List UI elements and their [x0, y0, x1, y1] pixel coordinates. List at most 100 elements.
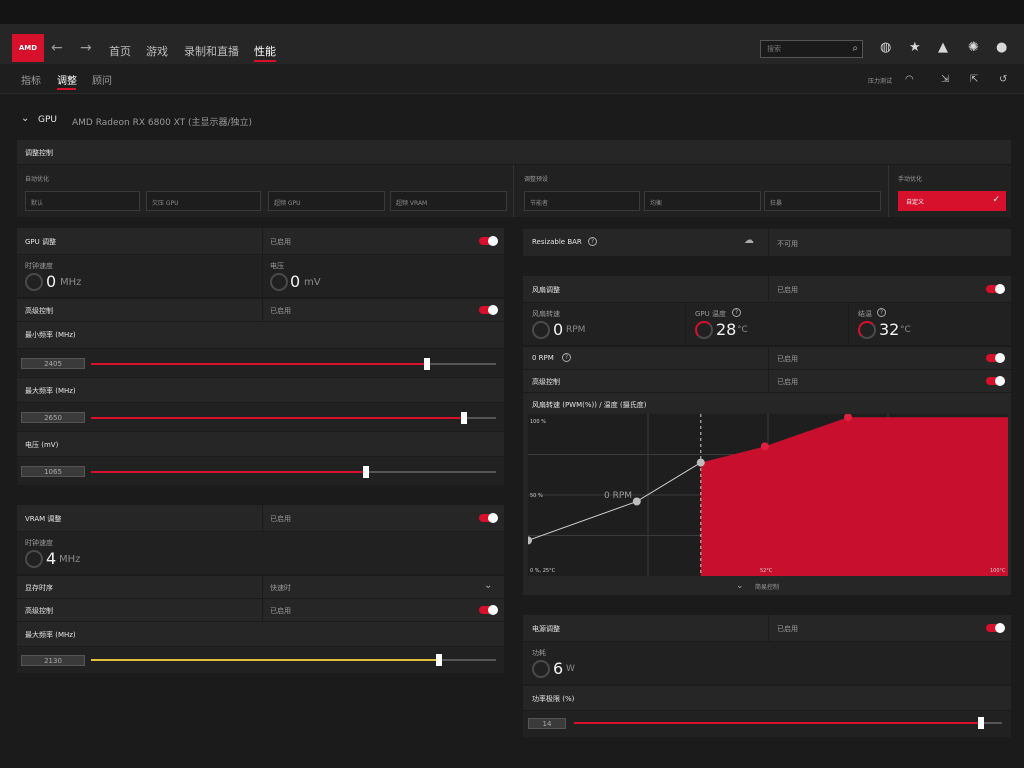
- slider-thumb[interactable]: [436, 654, 443, 666]
- slider-thumb[interactable]: [977, 717, 984, 729]
- stress-test-label[interactable]: 压力测试: [868, 76, 892, 85]
- preset-rage-button[interactable]: 狂暴: [764, 191, 881, 211]
- min-freq-label: 最小频率 (MHz): [25, 331, 76, 339]
- power-value: 6: [553, 659, 564, 678]
- gpu-clock-voltage-row: 时钟速度 0 MHz 电压 0 mV: [17, 255, 504, 297]
- fan-advanced-toggle[interactable]: [986, 376, 1005, 386]
- min-freq-value-box[interactable]: 2405: [21, 358, 85, 369]
- help-icon[interactable]: ?: [877, 308, 886, 317]
- back-arrow-icon[interactable]: ←: [51, 40, 63, 56]
- gpu-advanced-label: 高级控制: [25, 307, 53, 315]
- preset-quiet-button[interactable]: 节能者: [524, 191, 640, 211]
- overclock-gpu-button[interactable]: 超频 GPU: [268, 191, 385, 211]
- voltage-value-box[interactable]: 1065: [21, 466, 85, 477]
- voltage-slider[interactable]: [91, 466, 496, 478]
- zero-rpm-row: 0 RPM ? 已启用: [523, 347, 1011, 369]
- subtab-metrics[interactable]: 指标: [21, 72, 41, 87]
- gpu-temp-unit: °C: [737, 325, 748, 335]
- reset-icon[interactable]: ↺: [999, 74, 1007, 85]
- min-freq-slider[interactable]: [91, 358, 496, 370]
- divider: [848, 303, 849, 345]
- fan-tuning-title: 风扇调整: [532, 286, 560, 294]
- slider-fill: [91, 363, 428, 365]
- tuning-control-header: 调整控制: [17, 140, 1011, 164]
- max-freq-label-row: 最大频率 (MHz): [17, 378, 504, 402]
- power-metric-row: 功耗 6 W: [523, 642, 1011, 684]
- globe-icon[interactable]: ◍: [880, 40, 891, 55]
- slider-fill: [91, 417, 464, 419]
- power-tuning-toggle[interactable]: [986, 623, 1005, 633]
- tab-performance[interactable]: 性能: [254, 43, 276, 59]
- fan-tuning-status: 已启用: [777, 286, 798, 294]
- gpu-temp-label: GPU 温度: [695, 310, 726, 318]
- chevron-down-icon[interactable]: ⌄: [484, 580, 492, 591]
- subtab-tuning[interactable]: 调整: [57, 72, 77, 87]
- vram-max-freq-slider[interactable]: [91, 654, 496, 666]
- search-box[interactable]: ⌕: [760, 40, 863, 58]
- vram-tuning-toggle[interactable]: [479, 513, 498, 523]
- fan-curve-point[interactable]: [696, 458, 705, 467]
- voltage-mv-label: 电压 (mV): [25, 441, 59, 449]
- export-icon[interactable]: ⇱: [970, 74, 978, 85]
- slider-thumb[interactable]: [460, 412, 467, 424]
- max-freq-value-box[interactable]: 2650: [21, 412, 85, 423]
- gauge-icon: [25, 273, 43, 291]
- slider-thumb[interactable]: [424, 358, 431, 370]
- tab-games[interactable]: 游戏: [146, 43, 168, 59]
- check-icon: ✓: [992, 195, 1000, 205]
- fan-curve-point[interactable]: [760, 442, 769, 451]
- zero-rpm-chart-label: 0 RPM: [604, 491, 632, 501]
- fan-curve-chart[interactable]: 100 % 50 % 0 %, 25°C 52°C 100°C 0 RPM: [528, 414, 1008, 576]
- collapse-chevron-icon[interactable]: ⌄: [21, 113, 29, 124]
- search-input[interactable]: [767, 45, 847, 53]
- gpu-tuning-toggle[interactable]: [479, 236, 498, 246]
- gear-icon[interactable]: ✺: [968, 40, 979, 55]
- fan-metrics-row: 风扇转速 0 RPM GPU 温度 ? 28 °C 结温 ? 32 °C: [523, 303, 1011, 345]
- gpu-advanced-toggle[interactable]: [479, 305, 498, 315]
- forward-arrow-icon[interactable]: →: [80, 40, 92, 56]
- help-icon[interactable]: ?: [562, 353, 571, 362]
- tab-record-stream[interactable]: 录制和直播: [184, 43, 239, 59]
- user-icon[interactable]: ●: [996, 40, 1007, 55]
- vram-tuning-status: 已启用: [270, 515, 291, 523]
- preset-balanced-button[interactable]: 均衡: [644, 191, 761, 211]
- tab-home[interactable]: 首页: [109, 43, 131, 59]
- power-label: 功耗: [532, 649, 546, 657]
- fan-tuning-toggle[interactable]: [986, 284, 1005, 294]
- help-icon[interactable]: ?: [588, 237, 597, 246]
- divider: [513, 165, 514, 217]
- bell-icon[interactable]: ▲: [938, 40, 948, 55]
- star-icon[interactable]: ★: [909, 40, 921, 55]
- default-button[interactable]: 默认: [25, 191, 140, 211]
- auto-tuning-label: 自动优化: [25, 176, 50, 183]
- help-icon[interactable]: ?: [732, 308, 741, 317]
- chevron-down-icon[interactable]: ⌄: [736, 581, 744, 591]
- divider: [768, 370, 769, 392]
- slider-thumb[interactable]: [363, 466, 370, 478]
- gpu-clock-value: 0: [46, 272, 57, 291]
- search-icon[interactable]: ⌕: [852, 43, 858, 54]
- gpu-advanced-status: 已启用: [270, 307, 291, 315]
- vram-advanced-toggle[interactable]: [479, 605, 498, 615]
- overclock-vram-button[interactable]: 超频 VRAM: [390, 191, 507, 211]
- import-icon[interactable]: ⇲: [941, 74, 949, 85]
- gpu-tuning-title: GPU 调整: [25, 238, 56, 246]
- undervolt-gpu-button[interactable]: 欠压 GPU: [146, 191, 261, 211]
- fan-curve-point[interactable]: [632, 497, 641, 506]
- amd-logo[interactable]: AMD: [12, 34, 44, 62]
- power-limit-slider[interactable]: [574, 717, 1002, 729]
- memory-timing-dropdown[interactable]: 快速时: [270, 583, 291, 593]
- gpu-tuning-header: GPU 调整 已启用: [17, 228, 504, 254]
- max-freq-slider[interactable]: [91, 412, 496, 424]
- vram-max-freq-value-box[interactable]: 2130: [21, 655, 85, 666]
- fan-speed-label: 风扇转速: [532, 310, 560, 318]
- fan-advanced-row: 高级控制 已启用: [523, 370, 1011, 392]
- subtab-advisor[interactable]: 顾问: [92, 72, 112, 87]
- power-limit-value-box[interactable]: 14: [528, 718, 566, 729]
- simple-control-link[interactable]: 简易控制: [755, 582, 779, 591]
- x-tick-mid: 52°C: [760, 568, 773, 574]
- gauge-icon[interactable]: ◠: [905, 74, 914, 85]
- custom-button[interactable]: 自定义 ✓: [898, 191, 1006, 211]
- zero-rpm-toggle[interactable]: [986, 353, 1005, 363]
- y-tick-mid: 50 %: [530, 493, 543, 499]
